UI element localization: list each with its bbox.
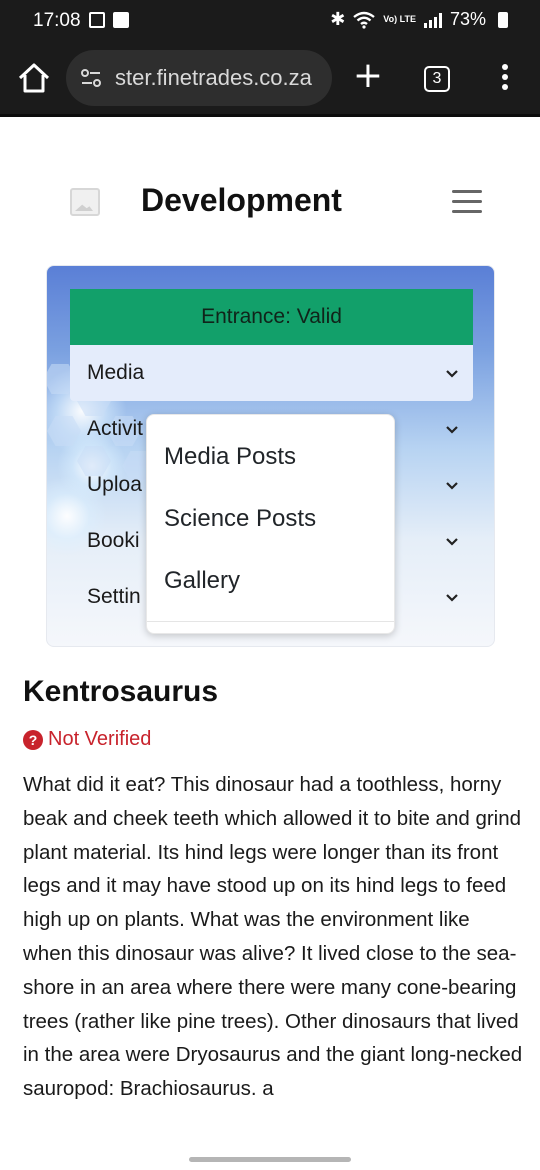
site-settings-icon[interactable] [80,67,102,89]
chevron-down-icon [446,594,458,602]
hamburger-menu-icon[interactable] [452,190,482,214]
browser-menu-icon[interactable] [498,64,512,94]
home-icon[interactable] [16,60,52,96]
site-title: Development [141,182,342,218]
network-type-label: Vo) LTE [383,14,416,24]
status-icons: ✱ Vo) LTE 73% [330,9,508,30]
gesture-navigation-bar[interactable] [189,1157,351,1162]
bluetooth-icon: ✱ [330,9,346,29]
battery-percent: 73% [449,9,486,29]
site-header: Development [0,120,540,265]
verification-status: ? Not Verified [23,728,151,751]
nav-item-label: Activit [87,417,144,440]
url-text: ster.finetrades.co.za [115,65,312,90]
tab-switcher-button[interactable]: 3 [424,66,450,92]
nav-item-label: Media [87,361,145,384]
entrance-status-banner: Entrance: Valid [70,289,473,345]
dropdown-item-gallery[interactable]: Gallery [164,567,240,595]
chevron-down-icon [446,482,458,490]
checkbox-notification-icon [113,12,129,28]
status-bar: 17:08 ✱ Vo) LTE 73% [0,0,540,42]
nav-item-label: Settin [87,585,141,608]
question-circle-icon: ? [23,729,43,750]
battery-icon [498,11,508,28]
dropdown-item-media-posts[interactable]: Media Posts [164,443,296,471]
verification-status-text: Not Verified [48,728,152,750]
chevron-down-icon [446,426,458,434]
address-bar[interactable]: ster.finetrades.co.za [66,50,332,106]
article-title: Kentrosaurus [23,675,219,708]
logo-image-placeholder-icon [70,188,100,216]
media-dropdown-menu: Media Posts Science Posts Gallery [146,414,395,634]
chevron-down-icon [446,370,458,378]
new-tab-button[interactable]: + [352,58,384,94]
article-body: What did it eat? This dinosaur had a too… [23,773,523,1101]
dropdown-item-science-posts[interactable]: Science Posts [164,505,316,533]
chevron-down-icon [446,538,458,546]
nav-item-label: Uploa [87,473,142,496]
wifi-icon [353,11,376,29]
clock: 17:08 [33,10,81,31]
nav-item-media[interactable]: Media [70,345,473,401]
browser-toolbar: ster.finetrades.co.za + 3 [0,42,540,117]
gallery-notification-icon [89,12,105,28]
nav-item-label: Booki [87,529,140,552]
signal-icon [423,12,442,28]
dropdown-divider [147,621,394,622]
